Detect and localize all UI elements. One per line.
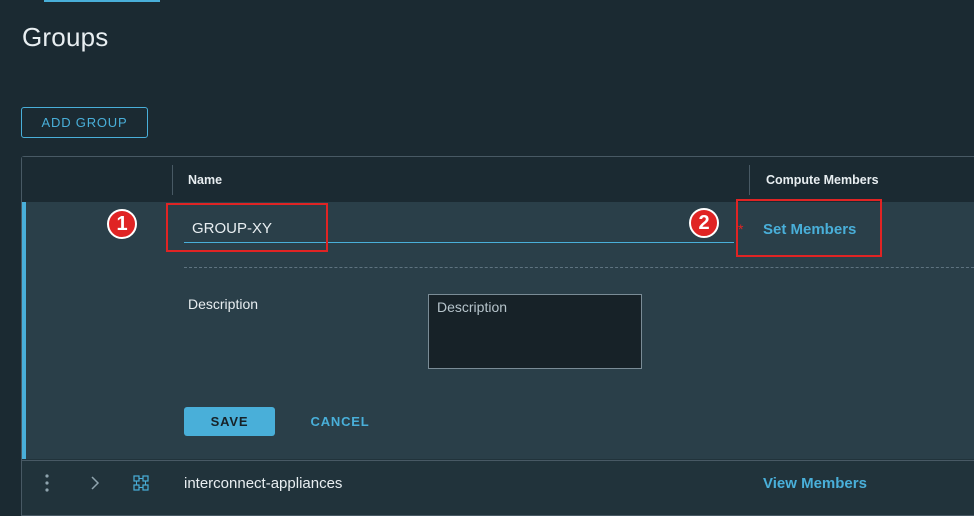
description-textarea[interactable] xyxy=(428,294,642,369)
step-badge-2: 2 xyxy=(689,208,719,238)
datagrid-header: Name Compute Members xyxy=(22,157,974,203)
group-nodes-icon xyxy=(133,475,149,496)
edit-row-divider xyxy=(184,267,974,268)
cancel-button[interactable]: CANCEL xyxy=(298,407,382,436)
table-row: interconnect-appliances View Members xyxy=(22,460,974,507)
column-header-compute-members[interactable]: Compute Members xyxy=(766,173,879,187)
page-title: Groups xyxy=(22,22,109,52)
column-header-name[interactable]: Name xyxy=(188,173,222,187)
view-members-link[interactable]: View Members xyxy=(763,475,867,492)
description-label: Description xyxy=(188,296,259,312)
groups-datagrid: Name Compute Members 1 * Set Members 2 D… xyxy=(21,156,974,516)
highlight-box-set-members xyxy=(736,199,882,257)
column-separator xyxy=(172,165,173,195)
highlight-box-name xyxy=(166,203,328,252)
step-badge-1: 1 xyxy=(107,209,137,239)
save-button[interactable]: SAVE xyxy=(184,407,275,436)
chevron-right-icon[interactable] xyxy=(90,475,100,496)
header-nav-active-indicator xyxy=(44,0,160,2)
column-separator xyxy=(749,165,750,195)
row-actions-icon[interactable] xyxy=(44,472,50,499)
edit-row-accent xyxy=(22,202,26,459)
add-group-button[interactable]: ADD GROUP xyxy=(21,107,148,138)
group-name-cell: interconnect-appliances xyxy=(184,475,343,492)
